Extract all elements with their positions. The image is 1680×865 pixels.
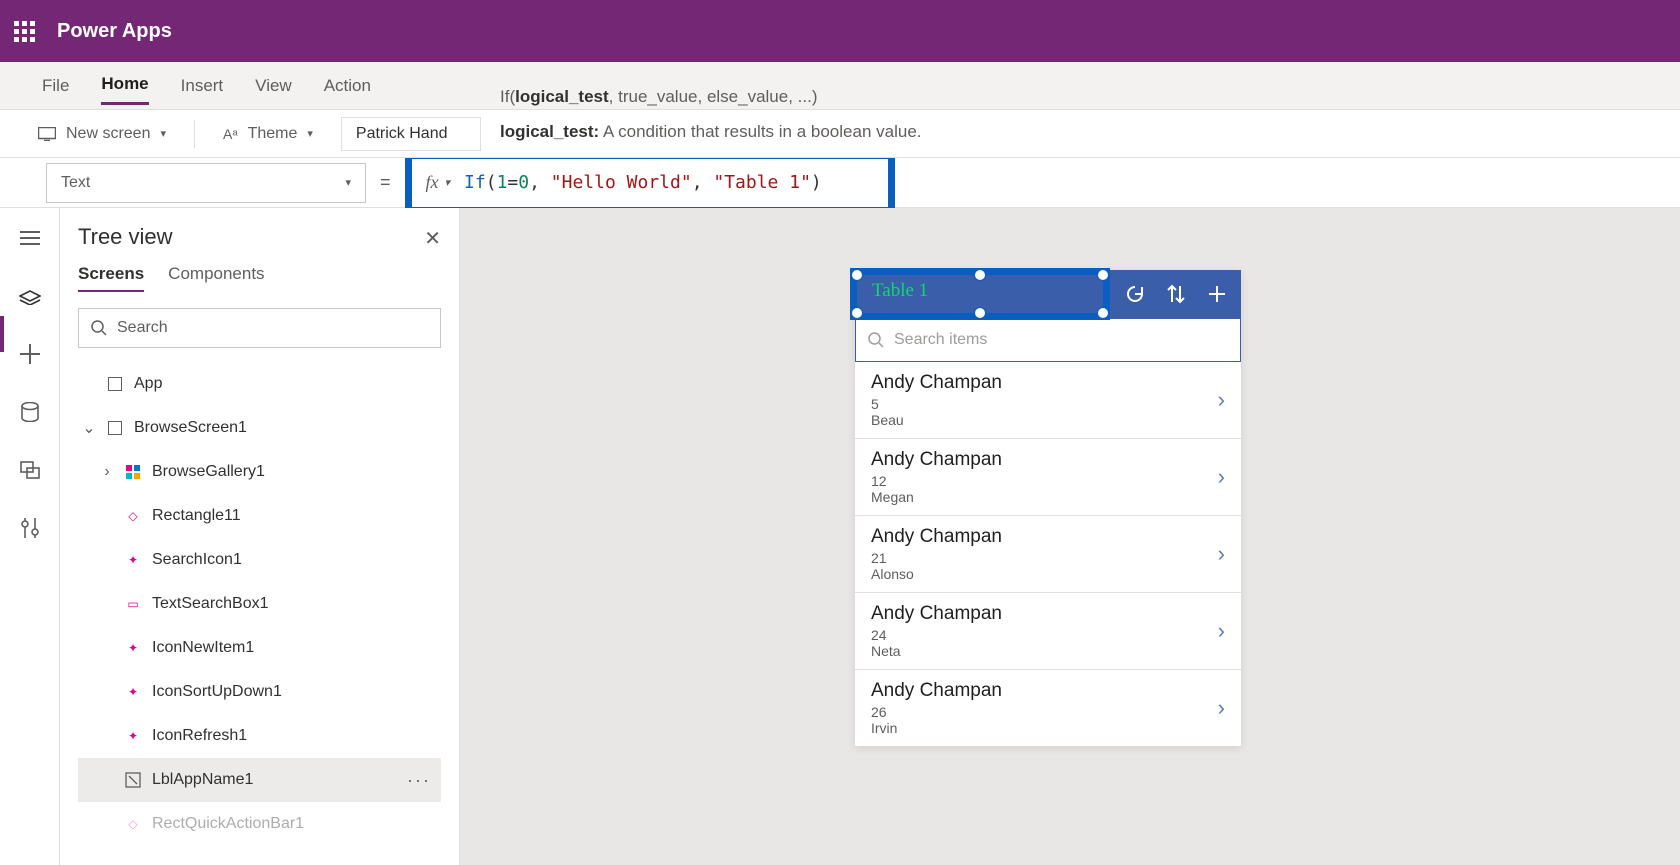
tree-item-browse-gallery[interactable]: › BrowseGallery1 (78, 450, 441, 494)
insert-icon[interactable] (18, 342, 42, 366)
app-icon (106, 375, 124, 393)
tree-view-icon[interactable] (18, 284, 42, 308)
search-icon (868, 332, 884, 348)
control-icon: ✦ (124, 727, 142, 745)
new-screen-button[interactable]: New screen ▾ (38, 125, 166, 143)
theme-icon: Aᵃ (223, 126, 238, 142)
tree-item-search-icon-control[interactable]: ✦ SearchIcon1 (78, 538, 441, 582)
tree-item-icon-new-item[interactable]: ✦ IconNewItem1 (78, 626, 441, 670)
refresh-icon[interactable] (1125, 284, 1145, 304)
gallery-icon (124, 463, 142, 481)
sort-icon[interactable] (1167, 284, 1185, 304)
search-icon (91, 320, 107, 336)
more-icon[interactable]: ··· (407, 770, 441, 791)
tab-insert[interactable]: Insert (181, 68, 224, 104)
close-icon[interactable]: ✕ (424, 226, 441, 251)
formula-code[interactable]: If(1=0, "Hello World", "Table 1") (464, 172, 822, 193)
preview-search-input[interactable]: Search items (855, 318, 1241, 362)
chevron-right-icon[interactable]: › (1218, 618, 1225, 644)
formula-bar: Text ▾ = fx ▾ If(1=0, "Hello World", "Ta… (0, 158, 1680, 208)
tree-item-app[interactable]: App (78, 362, 441, 406)
equals-label: = (380, 172, 391, 193)
tab-home[interactable]: Home (101, 66, 148, 105)
fx-icon[interactable]: fx ▾ (426, 172, 451, 193)
formula-param-description: logical_test: A condition that results i… (500, 122, 922, 142)
data-icon[interactable] (18, 400, 42, 424)
screen-icon (106, 419, 124, 437)
app-title: Power Apps (57, 20, 172, 43)
control-icon: ✦ (124, 683, 142, 701)
font-select[interactable]: Patrick Hand (341, 117, 481, 151)
control-icon: ◇ (124, 507, 142, 525)
tree-item-text-search-box[interactable]: ▭ TextSearchBox1 (78, 582, 441, 626)
rail-active-indicator (0, 316, 4, 352)
tab-file[interactable]: File (42, 68, 69, 104)
chevron-right-icon[interactable]: › (1218, 464, 1225, 490)
control-icon: ◇ (124, 815, 142, 833)
formula-input[interactable]: fx ▾ If(1=0, "Hello World", "Table 1") (405, 152, 895, 214)
list-item[interactable]: Andy Champan 5 Beau › (855, 362, 1241, 439)
tree-view-title: Tree view (78, 224, 441, 250)
chevron-right-icon[interactable]: › (1218, 541, 1225, 567)
tab-view[interactable]: View (255, 68, 292, 104)
chevron-right-icon[interactable]: › (100, 463, 114, 481)
tree-item-icon-sort[interactable]: ✦ IconSortUpDown1 (78, 670, 441, 714)
chevron-right-icon[interactable]: › (1218, 387, 1225, 413)
tree-tabs: Screens Components (78, 264, 441, 292)
tree-item-rect-quick-action[interactable]: ◇ RectQuickActionBar1 (78, 802, 441, 846)
control-icon: ✦ (124, 551, 142, 569)
tree-tab-screens[interactable]: Screens (78, 264, 144, 292)
advanced-tools-icon[interactable] (18, 516, 42, 540)
chevron-down-icon: ▾ (345, 176, 351, 189)
tree-item-icon-refresh[interactable]: ✦ IconRefresh1 (78, 714, 441, 758)
app-header: Power Apps (0, 0, 1680, 62)
control-icon: ✦ (124, 639, 142, 657)
waffle-icon[interactable] (14, 21, 35, 42)
theme-button[interactable]: Aᵃ Theme ▾ (223, 125, 313, 143)
list-item[interactable]: Andy Champan 26 Irvin › (855, 670, 1241, 746)
hamburger-icon[interactable] (18, 226, 42, 250)
tree-item-rectangle[interactable]: ◇ Rectangle11 (78, 494, 441, 538)
tab-action[interactable]: Action (324, 68, 371, 104)
ribbon-tabs: File Home Insert View Action If(logical_… (0, 62, 1680, 110)
tree-search-input[interactable]: Search (78, 308, 441, 348)
list-item[interactable]: Andy Champan 21 Alonso › (855, 516, 1241, 593)
media-icon[interactable] (18, 458, 42, 482)
tree-tab-components[interactable]: Components (168, 264, 264, 292)
screen-icon (38, 127, 56, 141)
tree-item-lbl-app-name[interactable]: LblAppName1 ··· (78, 758, 441, 802)
control-icon: ▭ (124, 595, 142, 613)
tree-item-browse-screen[interactable]: ⌄ BrowseScreen1 (78, 406, 441, 450)
tree-view-panel: Tree view ✕ Screens Components Search Ap… (60, 208, 460, 865)
app-title-label[interactable]: Table 1 (872, 280, 928, 302)
property-select[interactable]: Text ▾ (46, 163, 366, 203)
app-preview: Search items Andy Champan 5 Beau › Andy … (855, 270, 1241, 746)
chevron-right-icon[interactable]: › (1218, 695, 1225, 721)
chevron-down-icon: ▾ (307, 127, 313, 140)
ribbon-toolbar: New screen ▾ Aᵃ Theme ▾ Patrick Hand log… (0, 110, 1680, 158)
list-item[interactable]: Andy Champan 24 Neta › (855, 593, 1241, 670)
chevron-down-icon: ▾ (160, 127, 166, 140)
main-area: Tree view ✕ Screens Components Search Ap… (0, 208, 1680, 865)
list-item[interactable]: Andy Champan 12 Megan › (855, 439, 1241, 516)
add-icon[interactable] (1207, 284, 1227, 304)
chevron-down-icon[interactable]: ⌄ (82, 418, 96, 438)
chevron-down-icon: ▾ (445, 176, 451, 189)
left-rail (0, 208, 60, 865)
label-icon (124, 771, 142, 789)
